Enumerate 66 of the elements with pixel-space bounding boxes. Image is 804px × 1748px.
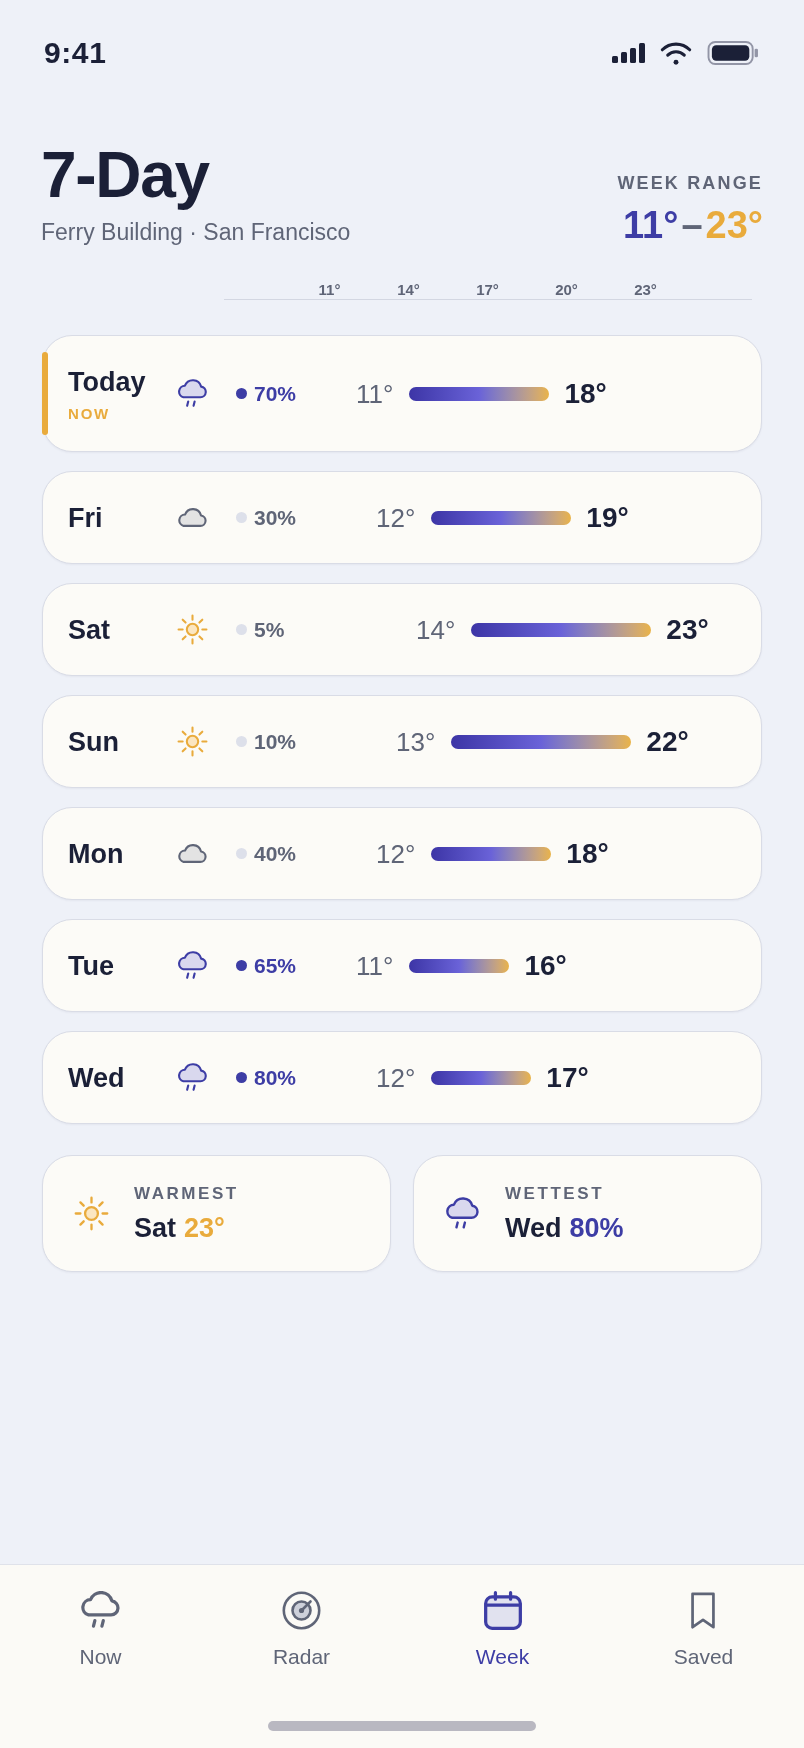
day-name: Sun [68,725,119,758]
high-temp: 19° [586,501,629,534]
low-temp: 11° [356,949,394,982]
high-temp: 23° [666,613,709,646]
day-name: Today [68,365,146,398]
signal-icon [612,43,645,63]
range-separator: – [681,205,703,245]
sun-icon [177,726,208,757]
day-name: Sat [68,613,111,646]
week-range-label: WEEK RANGE [617,173,763,193]
location-subtitle: Ferry Building · San Francisco [41,218,351,246]
tab-button[interactable]: Now [79,1590,122,1669]
high-temp: 18° [566,837,609,870]
bookmark-icon [691,1591,716,1629]
cloud-icon [177,843,208,864]
high-temp: 16° [524,949,567,982]
precip-chance: 30% [254,504,297,531]
scale-tick-label: 17° [476,281,499,299]
precip-chance: 40% [254,840,297,867]
wifi-icon [660,41,692,65]
high-temp: 18° [564,377,607,410]
rain-cloud-icon [177,951,208,980]
sun-icon [74,1196,109,1231]
range-high-temp: 23° [705,205,763,245]
tab-button[interactable]: Saved [673,1590,734,1669]
highlight-label: WETTEST [505,1183,605,1204]
tab-button[interactable]: Week [475,1590,530,1669]
sun-icon [177,614,208,645]
rain-cloud-icon [445,1197,480,1230]
scale-tick-label: 14° [397,281,420,299]
low-temp: 13° [396,725,436,758]
precip-chance: 5% [254,616,285,643]
rain-cloud-icon [177,1063,208,1092]
highlight-day: Sat [134,1211,177,1244]
day-name: Tue [68,949,114,982]
scale-tick-label: 20° [555,281,578,299]
high-temp: 22° [646,725,689,758]
precip-chance: 70% [254,380,297,407]
highlight-value: 23° [184,1211,225,1244]
low-temp: 14° [416,613,456,646]
low-temp: 11° [356,377,394,410]
day-name: Fri [68,501,103,534]
battery-icon [707,41,759,65]
range-low-temp: 11° [623,205,679,245]
precip-chance: 65% [254,952,297,979]
scale-tick-label: 11° [318,281,341,299]
radar-icon [282,1590,321,1630]
status-time: 9:41 [44,38,107,68]
calendar-icon [483,1590,522,1630]
day-name: Mon [68,837,124,870]
highlight-day: Wed [505,1211,562,1244]
cloud-icon [177,507,208,528]
now-label: NOW [68,405,111,422]
low-temp: 12° [376,501,416,534]
highlight-value: 80% [569,1211,624,1244]
tab-button[interactable]: Radar [272,1590,331,1669]
low-temp: 12° [376,837,416,870]
precip-chance: 10% [254,728,297,755]
cloud-rain-icon [80,1591,121,1629]
scale-tick-label: 23° [634,281,657,299]
highlight-label: WARMEST [134,1183,239,1204]
precip-chance: 80% [254,1064,297,1091]
high-temp: 17° [546,1061,589,1094]
low-temp: 12° [376,1061,416,1094]
rain-cloud-icon [177,379,208,408]
day-name: Wed [68,1061,125,1094]
